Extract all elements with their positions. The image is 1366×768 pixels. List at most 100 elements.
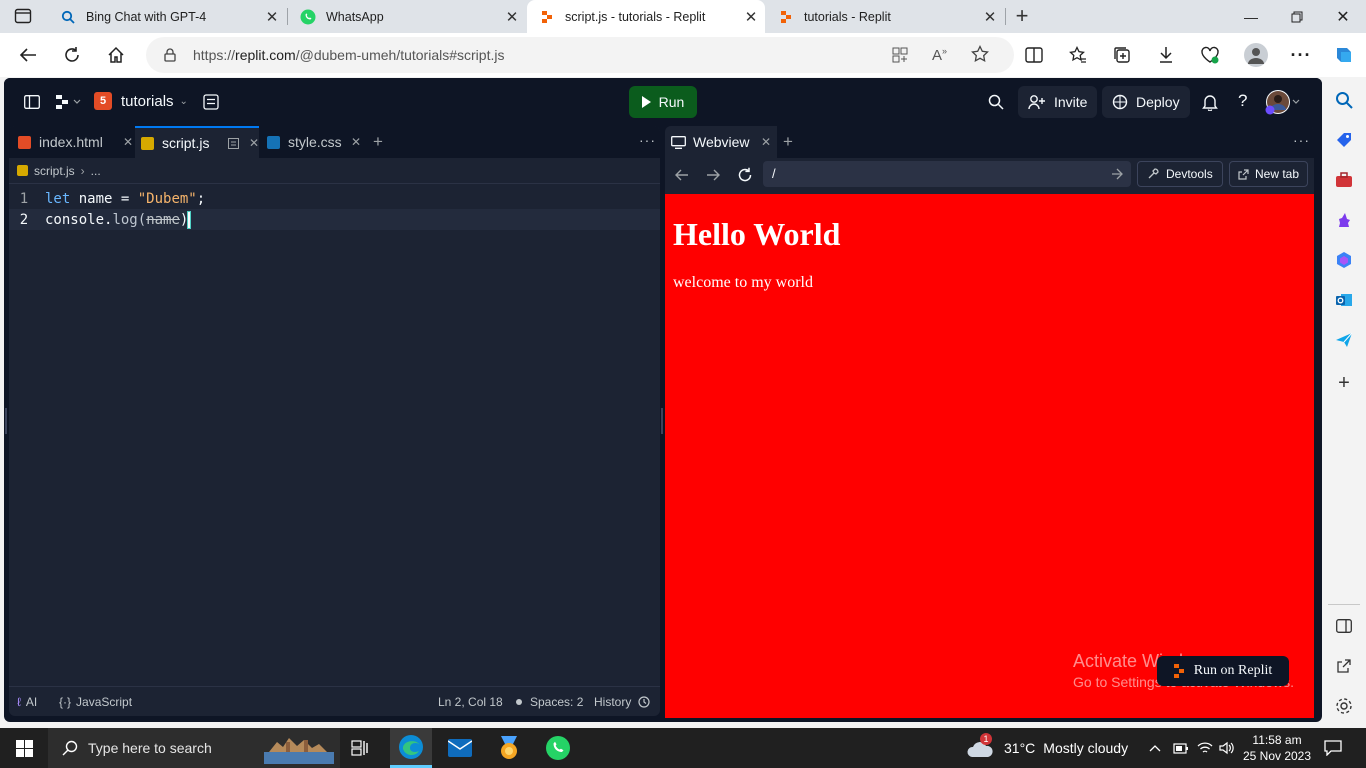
back-arrow-icon[interactable] [675, 169, 689, 181]
notification-center-icon[interactable] [1318, 728, 1348, 768]
spaces-setting[interactable]: Spaces: 2 [516, 695, 583, 709]
task-view-icon[interactable] [342, 728, 378, 768]
ai-button[interactable]: ℓ AI [17, 695, 37, 709]
home-icon[interactable] [100, 39, 132, 71]
games-icon[interactable] [1332, 208, 1356, 232]
tab-script-js[interactable]: script.js ✕ [135, 126, 259, 158]
favorite-star-icon[interactable] [971, 45, 989, 63]
start-windows-icon[interactable] [0, 728, 48, 768]
copilot-icon[interactable] [1328, 39, 1360, 71]
replit-icon [1173, 664, 1186, 678]
edge-taskbar-icon[interactable] [390, 728, 432, 768]
more-options-icon[interactable]: ··· [1285, 39, 1317, 71]
new-tab-button[interactable]: New tab [1229, 161, 1309, 187]
search-icon[interactable] [1332, 88, 1356, 112]
close-tab-icon[interactable]: ✕ [976, 3, 1004, 31]
add-icon[interactable]: + [1332, 371, 1356, 395]
browser-tab-tutorials[interactable]: tutorials - Replit ✕ [766, 0, 1004, 33]
split-screen-icon[interactable] [1018, 39, 1050, 71]
favorites-icon[interactable] [1062, 39, 1094, 71]
forward-arrow-icon[interactable] [706, 169, 720, 181]
outlook-icon[interactable] [1332, 288, 1356, 312]
sidebar-panel-icon[interactable] [1332, 614, 1356, 638]
pane-resize-handle[interactable] [661, 408, 663, 434]
clock[interactable]: 11:58 am 25 Nov 2023 [1240, 728, 1314, 768]
cursor-position[interactable]: Ln 2, Col 18 [438, 695, 503, 709]
taskbar-search-box[interactable]: Type here to search [48, 728, 340, 768]
shopping-tag-icon[interactable] [1332, 128, 1356, 152]
language-indicator[interactable]: {·} JavaScript [59, 695, 132, 709]
breadcrumb-more[interactable]: ... [91, 164, 101, 178]
webview-url-input[interactable]: / [763, 161, 1131, 187]
repl-name-button[interactable]: 5 tutorials ⌄ [94, 92, 188, 110]
add-tab-icon[interactable]: + [783, 132, 793, 152]
new-tab-button[interactable]: + [1012, 3, 1032, 29]
invite-button[interactable]: Invite [1018, 86, 1098, 118]
webview-more-icon[interactable]: ··· [1293, 132, 1310, 148]
browser-essentials-icon[interactable] [1194, 39, 1226, 71]
run-button[interactable]: Run [629, 86, 697, 118]
notifications-bell-icon[interactable] [1202, 94, 1218, 111]
history-button[interactable]: History [594, 695, 650, 709]
browser-tab-whatsapp[interactable]: WhatsApp ✕ [288, 0, 526, 33]
sidebar-toggle-icon[interactable] [24, 95, 40, 109]
close-tab-icon[interactable]: ✕ [123, 135, 133, 149]
reload-icon[interactable] [737, 167, 753, 183]
send-icon[interactable] [1332, 328, 1356, 352]
close-tab-icon[interactable]: ✕ [351, 135, 361, 149]
app-badge-icon[interactable] [490, 728, 528, 768]
wifi-icon[interactable] [1194, 728, 1216, 768]
add-tab-icon[interactable]: + [373, 132, 383, 152]
help-icon[interactable]: ? [1238, 91, 1247, 111]
workspace-menu-icon[interactable] [56, 95, 84, 109]
split-view-icon[interactable] [228, 137, 239, 149]
restore-icon[interactable] [1274, 0, 1320, 33]
settings-gear-icon[interactable] [1332, 694, 1356, 718]
close-tab-icon[interactable]: ✕ [258, 3, 286, 31]
network-battery-icon[interactable] [1170, 728, 1192, 768]
go-arrow-icon[interactable] [1111, 168, 1123, 180]
repl-info-icon[interactable] [203, 94, 219, 110]
close-tab-icon[interactable]: ✕ [737, 3, 765, 31]
minimize-icon[interactable]: — [1228, 0, 1274, 33]
tab-actions-icon[interactable] [14, 8, 32, 24]
code-line[interactable]: 1 let name = "Dubem"; [9, 188, 660, 209]
back-arrow-icon[interactable] [12, 39, 44, 71]
tools-briefcase-icon[interactable] [1332, 168, 1356, 192]
downloads-icon[interactable] [1150, 39, 1182, 71]
user-avatar[interactable] [1264, 89, 1302, 115]
mail-icon[interactable] [440, 728, 480, 768]
tab-index-html[interactable]: index.html ✕ [9, 126, 133, 158]
weather-widget[interactable]: 1 31°C Mostly cloudy [966, 728, 1136, 768]
close-tab-icon[interactable]: ✕ [249, 136, 259, 150]
js-file-icon [17, 165, 28, 176]
refresh-icon[interactable] [56, 39, 88, 71]
collections-icon[interactable] [1106, 39, 1138, 71]
devtools-button[interactable]: Devtools [1137, 161, 1223, 187]
close-window-icon[interactable]: ✕ [1320, 0, 1366, 33]
read-aloud-icon[interactable]: A» [932, 46, 947, 64]
whatsapp-taskbar-icon[interactable] [538, 728, 578, 768]
show-hidden-icons-chevron[interactable] [1146, 728, 1164, 768]
code-area[interactable]: 1 let name = "Dubem"; 2 console.log(name) [9, 188, 660, 230]
code-line[interactable]: 2 console.log(name) [9, 209, 660, 230]
search-icon[interactable] [988, 94, 1004, 110]
tab-style-css[interactable]: style.css ✕ [261, 126, 361, 158]
deploy-button[interactable]: Deploy [1102, 86, 1190, 118]
tab-webview[interactable]: Webview ✕ [665, 126, 777, 158]
app-available-icon[interactable] [892, 47, 908, 63]
profile-avatar[interactable] [1240, 39, 1272, 71]
microsoft-365-icon[interactable] [1332, 248, 1356, 272]
close-tab-icon[interactable]: ✕ [761, 135, 771, 149]
volume-icon[interactable] [1216, 728, 1238, 768]
left-resize-handle[interactable] [5, 408, 7, 434]
editor-more-icon[interactable]: ··· [639, 132, 656, 148]
run-on-replit-badge[interactable]: Run on Replit [1157, 656, 1289, 686]
browser-tab-bing[interactable]: Bing Chat with GPT-4 ✕ [48, 0, 286, 33]
open-external-icon[interactable] [1332, 654, 1356, 678]
breadcrumb-file[interactable]: script.js [34, 164, 75, 178]
browser-tab-script-js[interactable]: script.js - tutorials - Replit ✕ [527, 0, 765, 33]
address-bar[interactable]: https://replit.com/@dubem-umeh/tutorials… [146, 37, 1014, 73]
close-tab-icon[interactable]: ✕ [498, 3, 526, 31]
lock-icon[interactable] [164, 48, 176, 62]
